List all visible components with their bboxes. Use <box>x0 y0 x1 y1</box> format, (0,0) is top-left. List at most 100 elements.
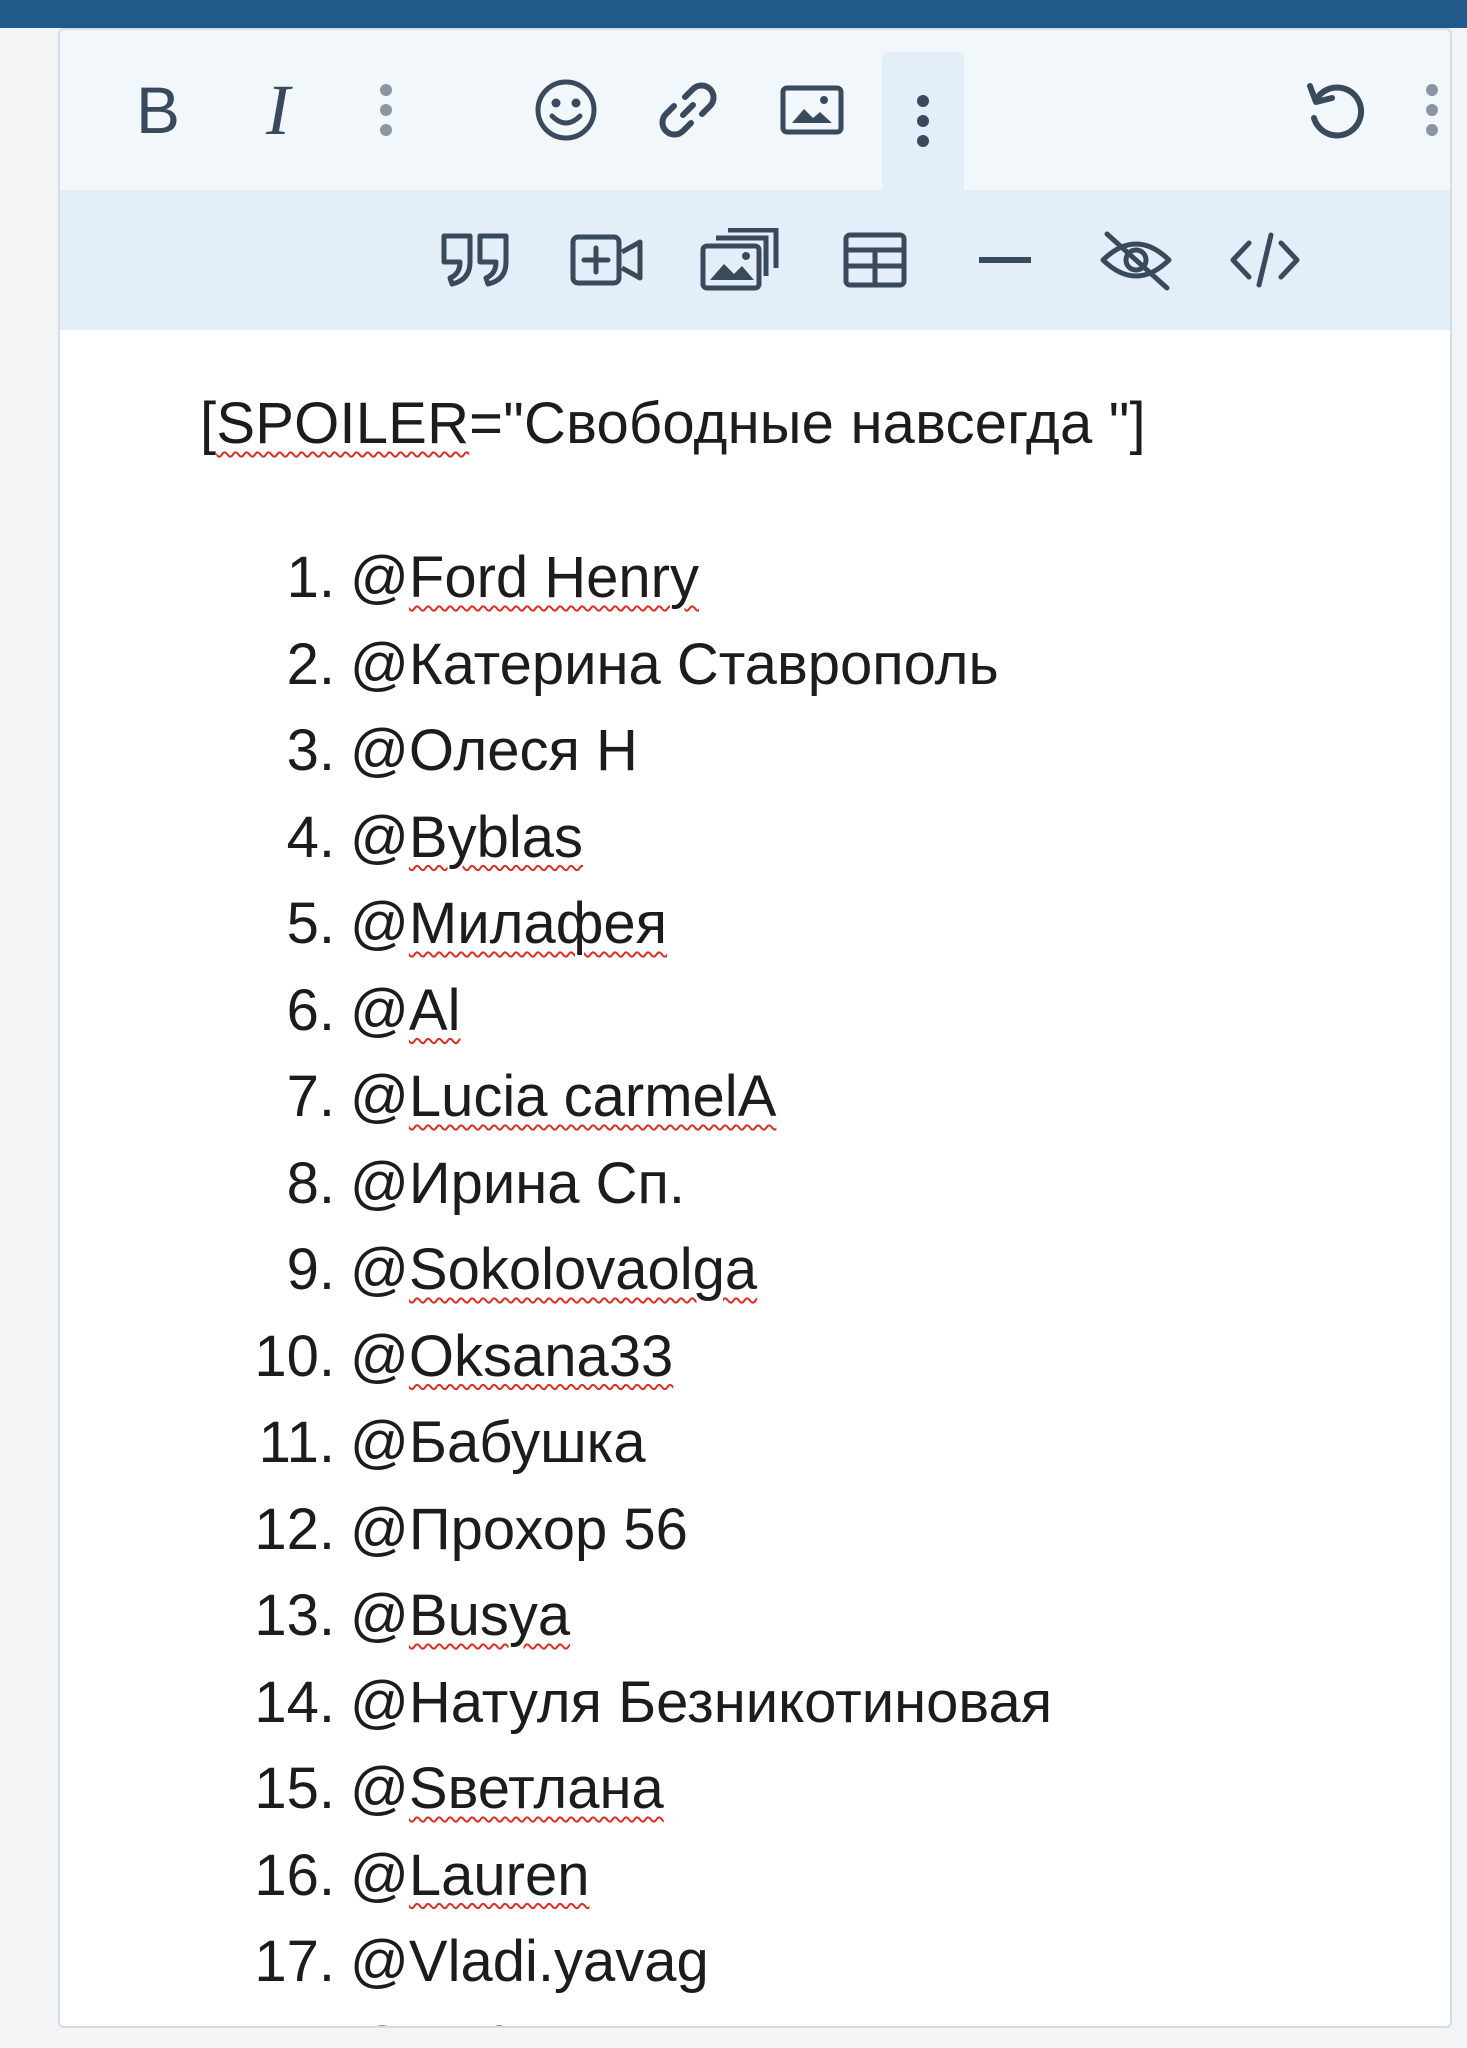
at-sign: @ <box>350 1583 409 1648</box>
mention-text: @Sветлана <box>350 1746 664 1832</box>
list-number: 5. <box>286 891 335 956</box>
mention-text: @Lauren <box>350 1833 590 1919</box>
mention-name: Sokolovaolga <box>408 1237 758 1302</box>
mention-name: Олеся Н <box>408 718 638 783</box>
list-number: 15. <box>254 1756 335 1821</box>
at-sign: @ <box>350 718 409 783</box>
top-app-bar <box>0 0 1467 28</box>
at-sign: @ <box>350 977 409 1043</box>
mention-text: @Прохор 56 <box>350 1487 688 1573</box>
list-number: 2. <box>286 631 335 697</box>
at-sign: @ <box>350 631 409 697</box>
mention-name: Ford Henry <box>408 545 699 610</box>
video-icon <box>570 234 643 286</box>
at-sign: @ <box>350 1323 409 1389</box>
horizontal-rule-button[interactable] <box>960 212 1050 308</box>
mention-text: @Натуля Безникотиновая <box>350 1660 1052 1746</box>
mention-name: Al <box>408 977 461 1043</box>
image-icon <box>780 85 844 135</box>
link-icon <box>659 82 717 138</box>
bold-icon: B <box>135 73 181 147</box>
mention-text: @Lucia carmelA <box>350 1054 776 1140</box>
list-number: 10. <box>254 1323 335 1389</box>
undo-icon <box>1307 83 1365 139</box>
rich-text-editor[interactable]: B I [SPOILER="Свободные навсегда "] 1. @… <box>58 28 1452 2028</box>
mention-name: Vladi.yavag <box>408 1929 709 1994</box>
mention-text: @Al <box>350 968 460 1054</box>
table-icon <box>843 232 907 288</box>
more-vertical-icon <box>917 95 929 147</box>
mention-text: @Byblas <box>350 795 583 881</box>
list-number: 18. <box>140 2006 335 2027</box>
at-sign: @ <box>350 545 409 610</box>
more-text-options-button[interactable] <box>356 60 416 160</box>
emoji-button[interactable] <box>526 60 606 160</box>
mention-text: @Ford Henry <box>350 535 699 621</box>
code-button[interactable] <box>1220 212 1310 308</box>
mention-name: Прохор 56 <box>408 1496 688 1562</box>
spoiler-bbcode-line: [SPOILER="Свободные навсегда "] <box>200 390 1146 457</box>
mention-name: Бабушка <box>408 1410 646 1475</box>
editor-insert-toolbar <box>60 190 1450 330</box>
mention-name: Larisa74 <box>409 2016 631 2027</box>
undo-button[interactable] <box>1294 60 1374 160</box>
at-sign: @ <box>350 1410 409 1475</box>
mention-text: @Larisa74 <box>350 2006 631 2027</box>
mention-name: Busya <box>408 1583 571 1648</box>
mention-text: @Бабушка <box>350 1400 646 1486</box>
list-number: 3. <box>286 718 335 783</box>
list-number: 16. <box>254 1842 335 1908</box>
bold-button[interactable]: B <box>118 60 198 160</box>
list-number: 17. <box>254 1929 335 1994</box>
insert-table-button[interactable] <box>830 212 920 308</box>
italic-button[interactable]: I <box>238 60 318 160</box>
mention-name: Byblas <box>408 804 583 870</box>
spoiler-title-text: ="Свободные навсегда "] <box>469 391 1146 456</box>
mention-name: Милафея <box>408 891 668 956</box>
horizontal-rule-icon <box>979 257 1031 263</box>
mention-text: @Милафея <box>350 881 667 967</box>
insert-media-button[interactable] <box>562 212 652 308</box>
quote-icon <box>441 233 509 287</box>
more-options-button[interactable] <box>1412 60 1450 160</box>
at-sign: @ <box>350 1929 409 1994</box>
at-sign: @ <box>350 1237 409 1302</box>
mention-text: @Oksana33 <box>350 1314 673 1400</box>
at-sign: @ <box>350 1496 409 1562</box>
at-sign: @ <box>350 1064 409 1129</box>
list-number: 6. <box>286 977 335 1043</box>
mention-name: Ирина Сп. <box>408 1150 686 1216</box>
list-number: 1. <box>286 545 335 610</box>
mention-name: Lucia carmelA <box>408 1064 777 1129</box>
at-sign: @ <box>350 1669 409 1735</box>
spoiler-eye-off-icon <box>1100 231 1172 291</box>
list-number: 9. <box>286 1237 335 1302</box>
list-number: 13. <box>254 1583 335 1648</box>
spoiler-button[interactable] <box>1086 212 1186 308</box>
mention-text: @Vladi.yavag <box>350 1919 709 2005</box>
quote-button[interactable] <box>432 212 522 308</box>
smile-icon <box>535 79 597 141</box>
mention-text: @Ирина Сп. <box>350 1141 685 1227</box>
bracket-text: [ <box>200 391 217 456</box>
mention-name: Lauren <box>408 1842 590 1908</box>
editor-toolbar: B I <box>60 30 1450 190</box>
more-insert-options-button[interactable] <box>882 52 964 190</box>
mention-text: @Sokolovaolga <box>350 1227 757 1313</box>
mention-name: Натуля Безникотиновая <box>408 1669 1053 1735</box>
mention-name: Sветлана <box>408 1756 664 1821</box>
list-number: 11. <box>258 1410 335 1475</box>
mention-text: @Busya <box>350 1573 570 1659</box>
spoiler-tag-text: SPOILER <box>216 391 470 456</box>
mention-text: @Олеся Н <box>350 708 638 794</box>
mention-name: Катерина Ставрополь <box>408 631 999 697</box>
insert-gallery-button[interactable] <box>690 212 790 308</box>
at-sign: @ <box>350 2016 409 2027</box>
link-button[interactable] <box>648 60 728 160</box>
at-sign: @ <box>350 1756 409 1821</box>
at-sign: @ <box>350 1150 409 1216</box>
list-number: 4. <box>286 804 335 870</box>
at-sign: @ <box>350 1842 409 1908</box>
insert-image-button[interactable] <box>772 60 852 160</box>
gallery-icon <box>700 228 779 291</box>
